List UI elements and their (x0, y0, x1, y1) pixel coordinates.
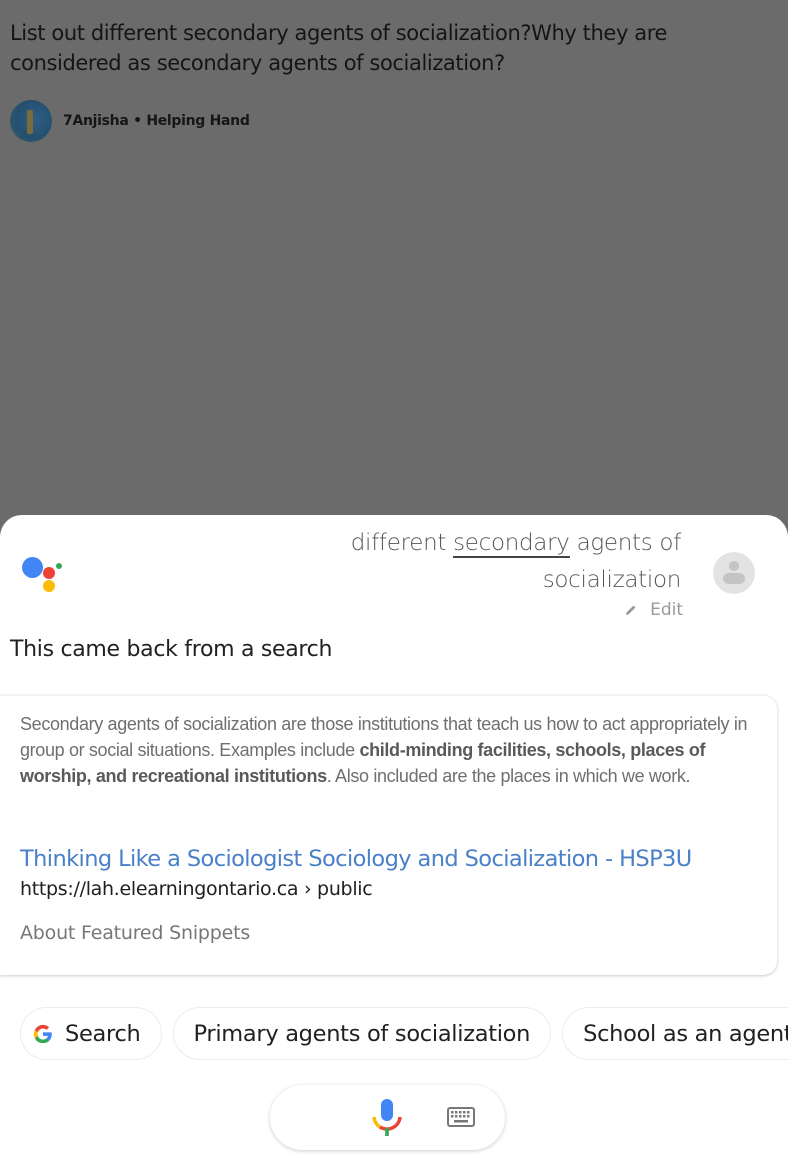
background-page: List out different secondary agents of s… (0, 0, 788, 520)
assistant-sheet: different secondary agents of socializat… (0, 515, 788, 1168)
google-assistant-logo-icon (20, 555, 64, 595)
user-avatar-body (723, 573, 745, 584)
edit-label: Edit (650, 600, 683, 620)
about-featured-snippets-link[interactable]: About Featured Snippets (20, 922, 250, 944)
question-text: List out different secondary agents of s… (10, 21, 668, 75)
microphone-icon[interactable] (370, 1097, 404, 1139)
spoken-query[interactable]: different secondary agents of socializat… (281, 525, 681, 599)
suggestion-chips: Search Primary agents of socialization S… (20, 1007, 788, 1060)
author-separator: • (133, 113, 142, 129)
author-label: 7Anjisha • Helping Hand (63, 113, 250, 129)
keyboard-icon[interactable] (447, 1107, 475, 1127)
query-before: different (350, 530, 454, 556)
author-avatar[interactable] (10, 100, 52, 142)
result-url[interactable]: https://lah.elearningontario.ca › public (20, 878, 373, 900)
chip-search[interactable]: Search (20, 1007, 162, 1060)
author-name: 7Anjisha (63, 113, 129, 129)
chip-primary-agents[interactable]: Primary agents of socialization (172, 1007, 552, 1060)
chip-label: Primary agents of socialization (193, 1020, 531, 1047)
pencil-icon (626, 605, 636, 615)
author-row[interactable]: 7Anjisha • Helping Hand (10, 99, 250, 143)
chip-label: Search (65, 1020, 141, 1047)
edit-query-button[interactable]: Edit (624, 600, 683, 620)
assistant-input-bar (270, 1085, 505, 1150)
author-rank: Helping Hand (146, 113, 250, 129)
chip-school-as-agent[interactable]: School as an agent (562, 1007, 788, 1060)
result-title-link[interactable]: Thinking Like a Sociologist Sociology an… (20, 846, 692, 872)
assistant-dot-red (43, 567, 55, 579)
assistant-dot-blue (22, 557, 43, 578)
response-intro: This came back from a search (10, 637, 333, 662)
snippet-text-part: . Also included are the places in which … (326, 766, 691, 786)
snippet-text: Secondary agents of socialization are th… (20, 711, 750, 789)
featured-snippet-card[interactable]: Secondary agents of socialization are th… (0, 695, 777, 975)
google-g-icon (33, 1024, 52, 1043)
query-highlighted-word[interactable]: secondary (453, 530, 570, 558)
assistant-dot-green (56, 563, 62, 569)
user-avatar-head (729, 561, 739, 571)
chip-label: School as an agent (583, 1020, 788, 1047)
assistant-dot-yellow (43, 580, 55, 592)
user-avatar[interactable] (713, 552, 755, 594)
